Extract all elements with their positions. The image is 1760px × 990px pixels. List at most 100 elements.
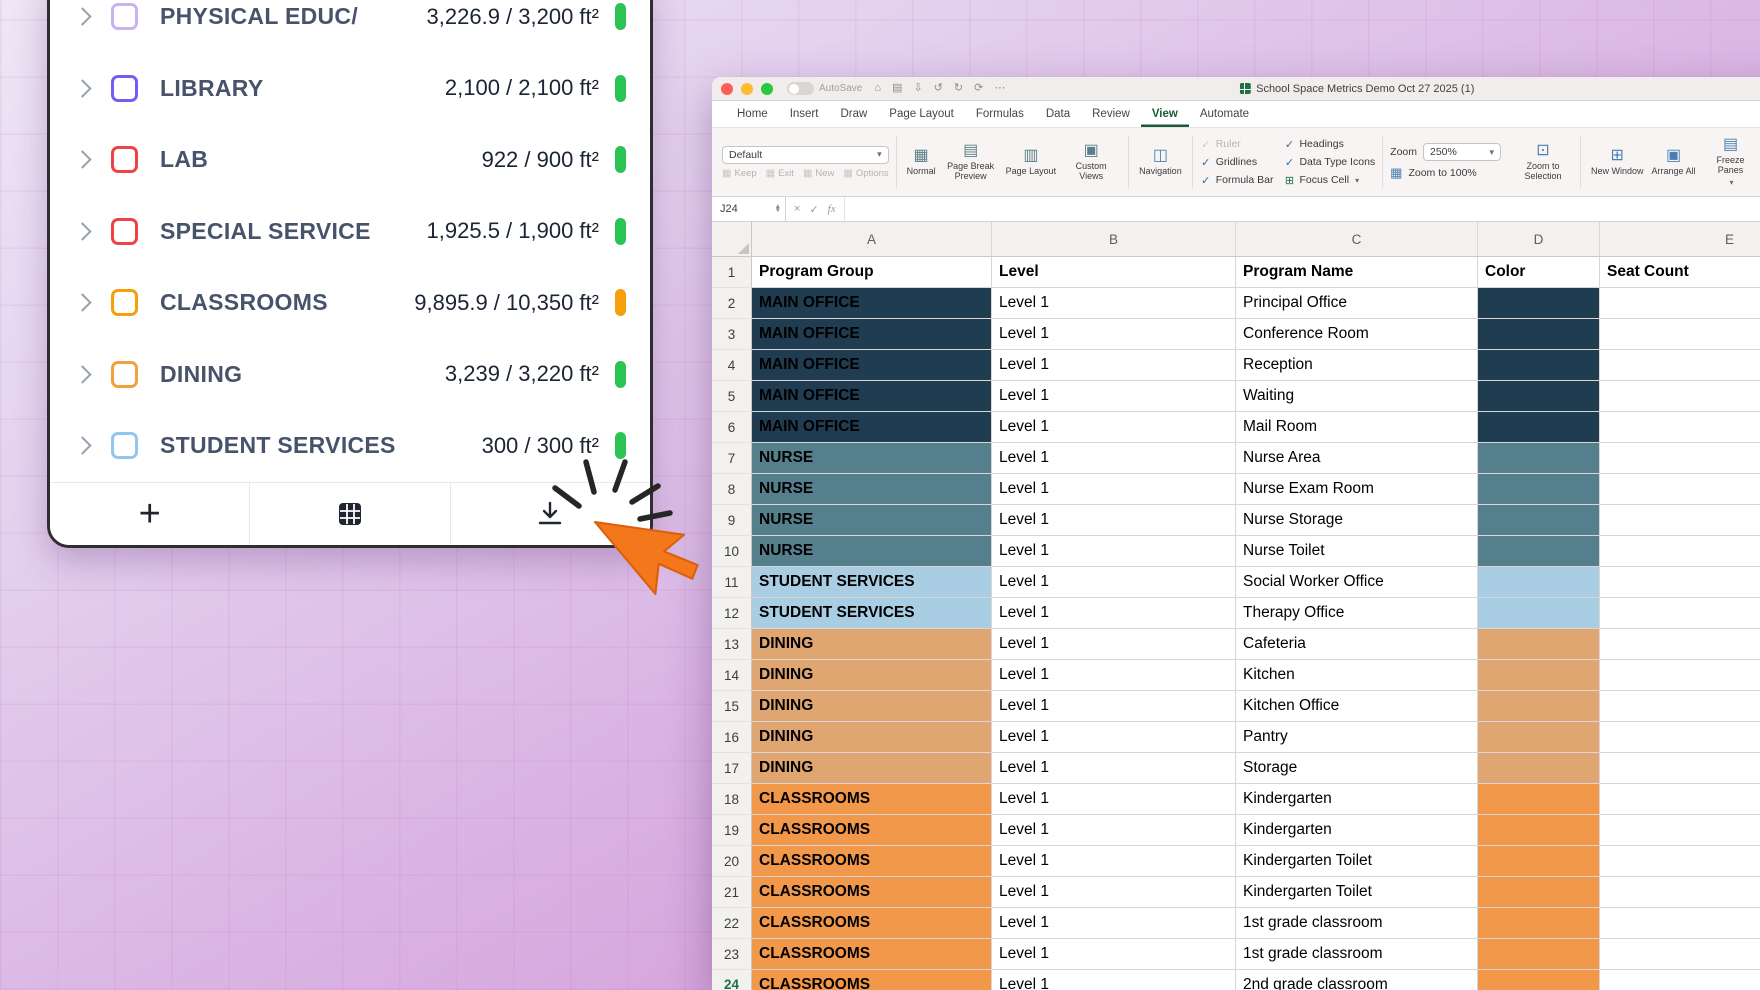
row-header-15[interactable]: 15 bbox=[712, 691, 752, 722]
cell-c13[interactable]: Cafeteria bbox=[1236, 629, 1478, 660]
cell-b23[interactable]: Level 1 bbox=[992, 939, 1236, 970]
program-row-library[interactable]: LIBRARY2,100 / 2,100 ft² bbox=[50, 53, 650, 125]
cell-d1[interactable]: Color bbox=[1478, 257, 1600, 288]
cell-e5[interactable] bbox=[1600, 381, 1760, 412]
cell-b10[interactable]: Level 1 bbox=[992, 536, 1236, 567]
column-header-b[interactable]: B bbox=[992, 222, 1236, 256]
cell-b12[interactable]: Level 1 bbox=[992, 598, 1236, 629]
color-checkbox[interactable] bbox=[111, 75, 138, 102]
cell-d23[interactable] bbox=[1478, 939, 1600, 970]
cell-e12[interactable] bbox=[1600, 598, 1760, 629]
page-break-preview-button[interactable]: ▤Page Break Preview bbox=[941, 142, 1001, 183]
cell-b8[interactable]: Level 1 bbox=[992, 474, 1236, 505]
zoom-level-select[interactable]: 250% ▾ bbox=[1423, 143, 1501, 161]
cell-b6[interactable]: Level 1 bbox=[992, 412, 1236, 443]
row-header-23[interactable]: 23 bbox=[712, 939, 752, 970]
row-header-5[interactable]: 5 bbox=[712, 381, 752, 412]
cell-b9[interactable]: Level 1 bbox=[992, 505, 1236, 536]
chevron-right-icon[interactable] bbox=[73, 79, 91, 97]
cell-d13[interactable] bbox=[1478, 629, 1600, 660]
column-header-c[interactable]: C bbox=[1236, 222, 1478, 256]
row-header-12[interactable]: 12 bbox=[712, 598, 752, 629]
cell-c4[interactable]: Reception bbox=[1236, 350, 1478, 381]
cell-b2[interactable]: Level 1 bbox=[992, 288, 1236, 319]
cell-d11[interactable] bbox=[1478, 567, 1600, 598]
close-window-button[interactable] bbox=[721, 83, 733, 95]
cell-b20[interactable]: Level 1 bbox=[992, 846, 1236, 877]
cell-a2[interactable]: MAIN OFFICE bbox=[752, 288, 992, 319]
check-formula-bar[interactable]: ✓Formula Bar bbox=[1200, 172, 1274, 189]
tab-formulas[interactable]: Formulas bbox=[965, 101, 1035, 127]
row-header-19[interactable]: 19 bbox=[712, 815, 752, 846]
cell-d5[interactable] bbox=[1478, 381, 1600, 412]
fx-icon[interactable]: fx bbox=[828, 203, 836, 215]
cell-e1[interactable]: Seat Count bbox=[1600, 257, 1760, 288]
redo-icon[interactable]: ↻ bbox=[954, 83, 963, 94]
cell-a5[interactable]: MAIN OFFICE bbox=[752, 381, 992, 412]
chevron-right-icon[interactable] bbox=[73, 222, 91, 240]
column-header-e[interactable]: E bbox=[1600, 222, 1760, 256]
zoom-to-selection-button[interactable]: ⊡ Zoom to Selection bbox=[1513, 142, 1573, 183]
cell-e6[interactable] bbox=[1600, 412, 1760, 443]
formula-input[interactable] bbox=[844, 197, 1760, 221]
row-header-17[interactable]: 17 bbox=[712, 753, 752, 784]
cell-a9[interactable]: NURSE bbox=[752, 505, 992, 536]
check-gridlines[interactable]: ✓Gridlines bbox=[1200, 154, 1274, 171]
color-checkbox[interactable] bbox=[111, 146, 138, 173]
cell-a14[interactable]: DINING bbox=[752, 660, 992, 691]
cell-a4[interactable]: MAIN OFFICE bbox=[752, 350, 992, 381]
cell-a12[interactable]: STUDENT SERVICES bbox=[752, 598, 992, 629]
add-button[interactable]: + bbox=[50, 483, 249, 545]
home-icon[interactable]: ⌂ bbox=[874, 83, 881, 94]
cell-e10[interactable] bbox=[1600, 536, 1760, 567]
cell-b7[interactable]: Level 1 bbox=[992, 443, 1236, 474]
cell-c15[interactable]: Kitchen Office bbox=[1236, 691, 1478, 722]
program-row-lab[interactable]: LAB922 / 900 ft² bbox=[50, 124, 650, 196]
tab-home[interactable]: Home bbox=[726, 101, 779, 127]
row-header-20[interactable]: 20 bbox=[712, 846, 752, 877]
cell-a1[interactable]: Program Group bbox=[752, 257, 992, 288]
row-header-13[interactable]: 13 bbox=[712, 629, 752, 660]
program-row-physical-educ[interactable]: PHYSICAL EDUC/3,226.9 / 3,200 ft² bbox=[50, 0, 650, 53]
color-checkbox[interactable] bbox=[111, 218, 138, 245]
cell-b22[interactable]: Level 1 bbox=[992, 908, 1236, 939]
cell-d17[interactable] bbox=[1478, 753, 1600, 784]
cell-a24[interactable]: CLASSROOMS bbox=[752, 970, 992, 990]
tab-page-layout[interactable]: Page Layout bbox=[878, 101, 965, 127]
program-row-dining[interactable]: DINING3,239 / 3,220 ft² bbox=[50, 339, 650, 411]
cell-e9[interactable] bbox=[1600, 505, 1760, 536]
cell-d9[interactable] bbox=[1478, 505, 1600, 536]
cell-a19[interactable]: CLASSROOMS bbox=[752, 815, 992, 846]
tab-insert[interactable]: Insert bbox=[779, 101, 830, 127]
cell-b14[interactable]: Level 1 bbox=[992, 660, 1236, 691]
row-header-2[interactable]: 2 bbox=[712, 288, 752, 319]
cell-e19[interactable] bbox=[1600, 815, 1760, 846]
cell-b17[interactable]: Level 1 bbox=[992, 753, 1236, 784]
cell-b13[interactable]: Level 1 bbox=[992, 629, 1236, 660]
color-checkbox[interactable] bbox=[111, 432, 138, 459]
cell-b16[interactable]: Level 1 bbox=[992, 722, 1236, 753]
cell-e15[interactable] bbox=[1600, 691, 1760, 722]
cell-c7[interactable]: Nurse Area bbox=[1236, 443, 1478, 474]
check-headings[interactable]: ✓Headings bbox=[1283, 136, 1375, 153]
cell-d7[interactable] bbox=[1478, 443, 1600, 474]
chevron-right-icon[interactable] bbox=[73, 437, 91, 455]
cell-d21[interactable] bbox=[1478, 877, 1600, 908]
cell-a6[interactable]: MAIN OFFICE bbox=[752, 412, 992, 443]
cell-d22[interactable] bbox=[1478, 908, 1600, 939]
cell-d19[interactable] bbox=[1478, 815, 1600, 846]
row-header-11[interactable]: 11 bbox=[712, 567, 752, 598]
cell-e17[interactable] bbox=[1600, 753, 1760, 784]
cell-e20[interactable] bbox=[1600, 846, 1760, 877]
row-header-10[interactable]: 10 bbox=[712, 536, 752, 567]
tab-view[interactable]: View bbox=[1141, 101, 1189, 127]
select-all-corner[interactable] bbox=[712, 222, 752, 256]
cell-a15[interactable]: DINING bbox=[752, 691, 992, 722]
cell-a3[interactable]: MAIN OFFICE bbox=[752, 319, 992, 350]
normal-button[interactable]: ▦Normal bbox=[904, 147, 939, 177]
custom-views-button[interactable]: ▣Custom Views bbox=[1061, 142, 1121, 183]
cancel-icon[interactable]: × bbox=[794, 203, 800, 215]
cell-d4[interactable] bbox=[1478, 350, 1600, 381]
row-header-16[interactable]: 16 bbox=[712, 722, 752, 753]
cell-a21[interactable]: CLASSROOMS bbox=[752, 877, 992, 908]
